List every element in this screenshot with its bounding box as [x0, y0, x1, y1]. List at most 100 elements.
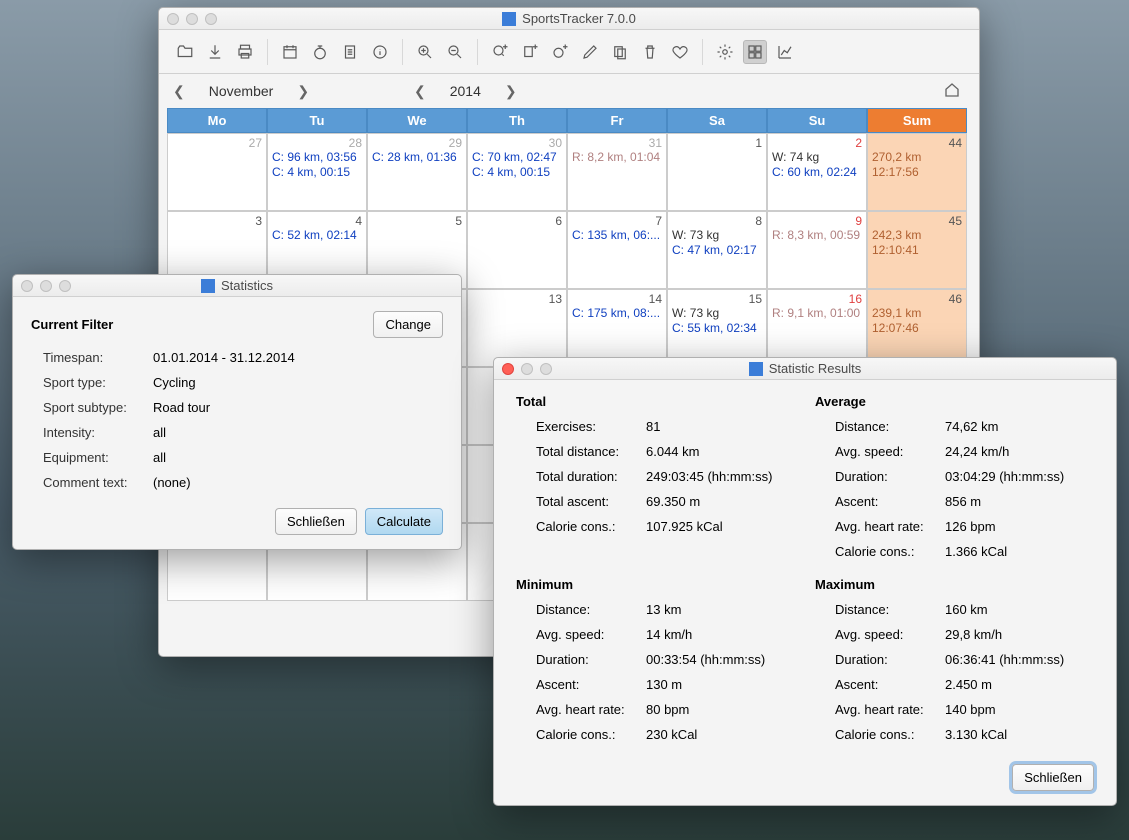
close-dot[interactable]	[21, 280, 33, 292]
calendar-entry[interactable]: 12:17:56	[872, 165, 962, 180]
calendar-cell[interactable]: 28C: 96 km, 03:56C: 4 km, 00:15	[267, 133, 367, 211]
calendar-cell[interactable]: 13	[467, 289, 567, 367]
calendar-cell[interactable]: 27	[167, 133, 267, 211]
calendar-entry[interactable]: R: 9,1 km, 01:00	[772, 306, 862, 321]
calendar-cell[interactable]: 29C: 28 km, 01:36	[367, 133, 467, 211]
calendar-entry[interactable]: C: 135 km, 06:...	[572, 228, 662, 243]
minasc-label: Ascent:	[536, 677, 646, 692]
nav-row: ❮ November ❯ ❮ 2014 ❯	[159, 74, 979, 108]
close-button[interactable]: Schließen	[1012, 764, 1094, 791]
calendar-cell[interactable]: 15W: 73 kgC: 55 km, 02:34	[667, 289, 767, 367]
min-dot[interactable]	[521, 363, 533, 375]
calendar-entry[interactable]: C: 60 km, 02:24	[772, 165, 862, 180]
day-number: 16	[772, 292, 862, 306]
calendar-entry[interactable]: C: 4 km, 00:15	[272, 165, 362, 180]
results-titlebar: Statistic Results	[494, 358, 1116, 380]
prev-year-icon[interactable]: ❮	[414, 83, 426, 100]
calendar-entry[interactable]: C: 52 km, 02:14	[272, 228, 362, 243]
min-dot[interactable]	[40, 280, 52, 292]
totalcal-label: Calorie cons.:	[536, 519, 646, 534]
day-number: 29	[372, 136, 462, 150]
calendar-entry[interactable]: 12:07:46	[872, 321, 962, 336]
mincal-label: Calorie cons.:	[536, 727, 646, 742]
next-month-icon[interactable]: ❯	[297, 83, 309, 100]
day-number: 8	[672, 214, 762, 228]
calendar-entry[interactable]: 270,2 km	[872, 150, 962, 165]
close-dot[interactable]	[502, 363, 514, 375]
calendar-cell[interactable]: 30C: 70 km, 02:47C: 4 km, 00:15	[467, 133, 567, 211]
save-icon[interactable]	[203, 40, 227, 64]
calendar-entry[interactable]: 12:10:41	[872, 243, 962, 258]
calendar-cell[interactable]: 46239,1 km12:07:46	[867, 289, 967, 367]
zoom-dot[interactable]	[59, 280, 71, 292]
calendar-cell[interactable]: 44270,2 km12:17:56	[867, 133, 967, 211]
stats-titlebar: Statistics	[13, 275, 461, 297]
mindur-label: Duration:	[536, 652, 646, 667]
calendar-entry[interactable]: W: 73 kg	[672, 306, 762, 321]
calendar-cell[interactable]: 1	[667, 133, 767, 211]
edit-icon[interactable]	[578, 40, 602, 64]
calendar-entry[interactable]: 239,1 km	[872, 306, 962, 321]
calendar-icon[interactable]	[278, 40, 302, 64]
calendar-cell[interactable]: 45242,3 km12:10:41	[867, 211, 967, 289]
calendar-cell[interactable]: 8W: 73 kgC: 47 km, 02:17	[667, 211, 767, 289]
print-icon[interactable]	[233, 40, 257, 64]
totalasc-value: 69.350 m	[646, 494, 795, 509]
calendar-entry[interactable]: R: 8,2 km, 01:04	[572, 150, 662, 165]
calendar-cell[interactable]: 2W: 74 kgC: 60 km, 02:24	[767, 133, 867, 211]
minspeed-value: 14 km/h	[646, 627, 795, 642]
day-header: Fr	[567, 108, 667, 133]
zoom-dot[interactable]	[205, 13, 217, 25]
maxhr-value: 140 bpm	[945, 702, 1094, 717]
avghr-value: 126 bpm	[945, 519, 1094, 534]
change-button[interactable]: Change	[373, 311, 443, 338]
calendar-entry[interactable]: C: 70 km, 02:47	[472, 150, 562, 165]
calendar-cell[interactable]: 14C: 175 km, 08:...	[567, 289, 667, 367]
stopwatch-icon[interactable]	[308, 40, 332, 64]
calendar-cell[interactable]: 7C: 135 km, 06:...	[567, 211, 667, 289]
calendar-entry[interactable]: W: 73 kg	[672, 228, 762, 243]
zoom-out-icon[interactable]	[443, 40, 467, 64]
open-icon[interactable]	[173, 40, 197, 64]
zoom-in-icon[interactable]	[413, 40, 437, 64]
delete-icon[interactable]	[638, 40, 662, 64]
heart-icon[interactable]	[668, 40, 692, 64]
calendar-entry[interactable]: C: 175 km, 08:...	[572, 306, 662, 321]
statistics-window: Statistics Current Filter Change Timespa…	[12, 274, 462, 550]
settings-icon[interactable]	[713, 40, 737, 64]
calendar-entry[interactable]: W: 74 kg	[772, 150, 862, 165]
day-number: 46	[872, 292, 962, 306]
calendar-entry[interactable]: C: 28 km, 01:36	[372, 150, 462, 165]
close-button[interactable]: Schließen	[275, 508, 357, 535]
info-icon[interactable]	[368, 40, 392, 64]
add-exercise-icon[interactable]	[488, 40, 512, 64]
exercises-value: 81	[646, 419, 795, 434]
calendar-cell[interactable]: 9R: 8,3 km, 00:59	[767, 211, 867, 289]
avgasc-value: 856 m	[945, 494, 1094, 509]
min-dot[interactable]	[186, 13, 198, 25]
note-icon[interactable]	[338, 40, 362, 64]
add-weight-icon[interactable]	[548, 40, 572, 64]
add-note-icon[interactable]	[518, 40, 542, 64]
copy-icon[interactable]	[608, 40, 632, 64]
calculate-button[interactable]: Calculate	[365, 508, 443, 535]
zoom-dot[interactable]	[540, 363, 552, 375]
minhr-label: Avg. heart rate:	[536, 702, 646, 717]
calendar-entry[interactable]: C: 55 km, 02:34	[672, 321, 762, 336]
home-icon[interactable]	[943, 81, 961, 102]
chart-view-icon[interactable]	[773, 40, 797, 64]
grid-view-icon[interactable]	[743, 40, 767, 64]
calendar-cell[interactable]: 6	[467, 211, 567, 289]
close-dot[interactable]	[167, 13, 179, 25]
calendar-entry[interactable]: C: 96 km, 03:56	[272, 150, 362, 165]
prev-month-icon[interactable]: ❮	[173, 83, 185, 100]
calendar-entry[interactable]: C: 4 km, 00:15	[472, 165, 562, 180]
calendar-entry[interactable]: C: 47 km, 02:17	[672, 243, 762, 258]
calendar-entry[interactable]: 242,3 km	[872, 228, 962, 243]
day-number: 44	[872, 136, 962, 150]
calendar-cell[interactable]: 31R: 8,2 km, 01:04	[567, 133, 667, 211]
avgdur-label: Duration:	[835, 469, 945, 484]
calendar-cell[interactable]: 16R: 9,1 km, 01:00	[767, 289, 867, 367]
next-year-icon[interactable]: ❯	[505, 83, 517, 100]
calendar-entry[interactable]: R: 8,3 km, 00:59	[772, 228, 862, 243]
